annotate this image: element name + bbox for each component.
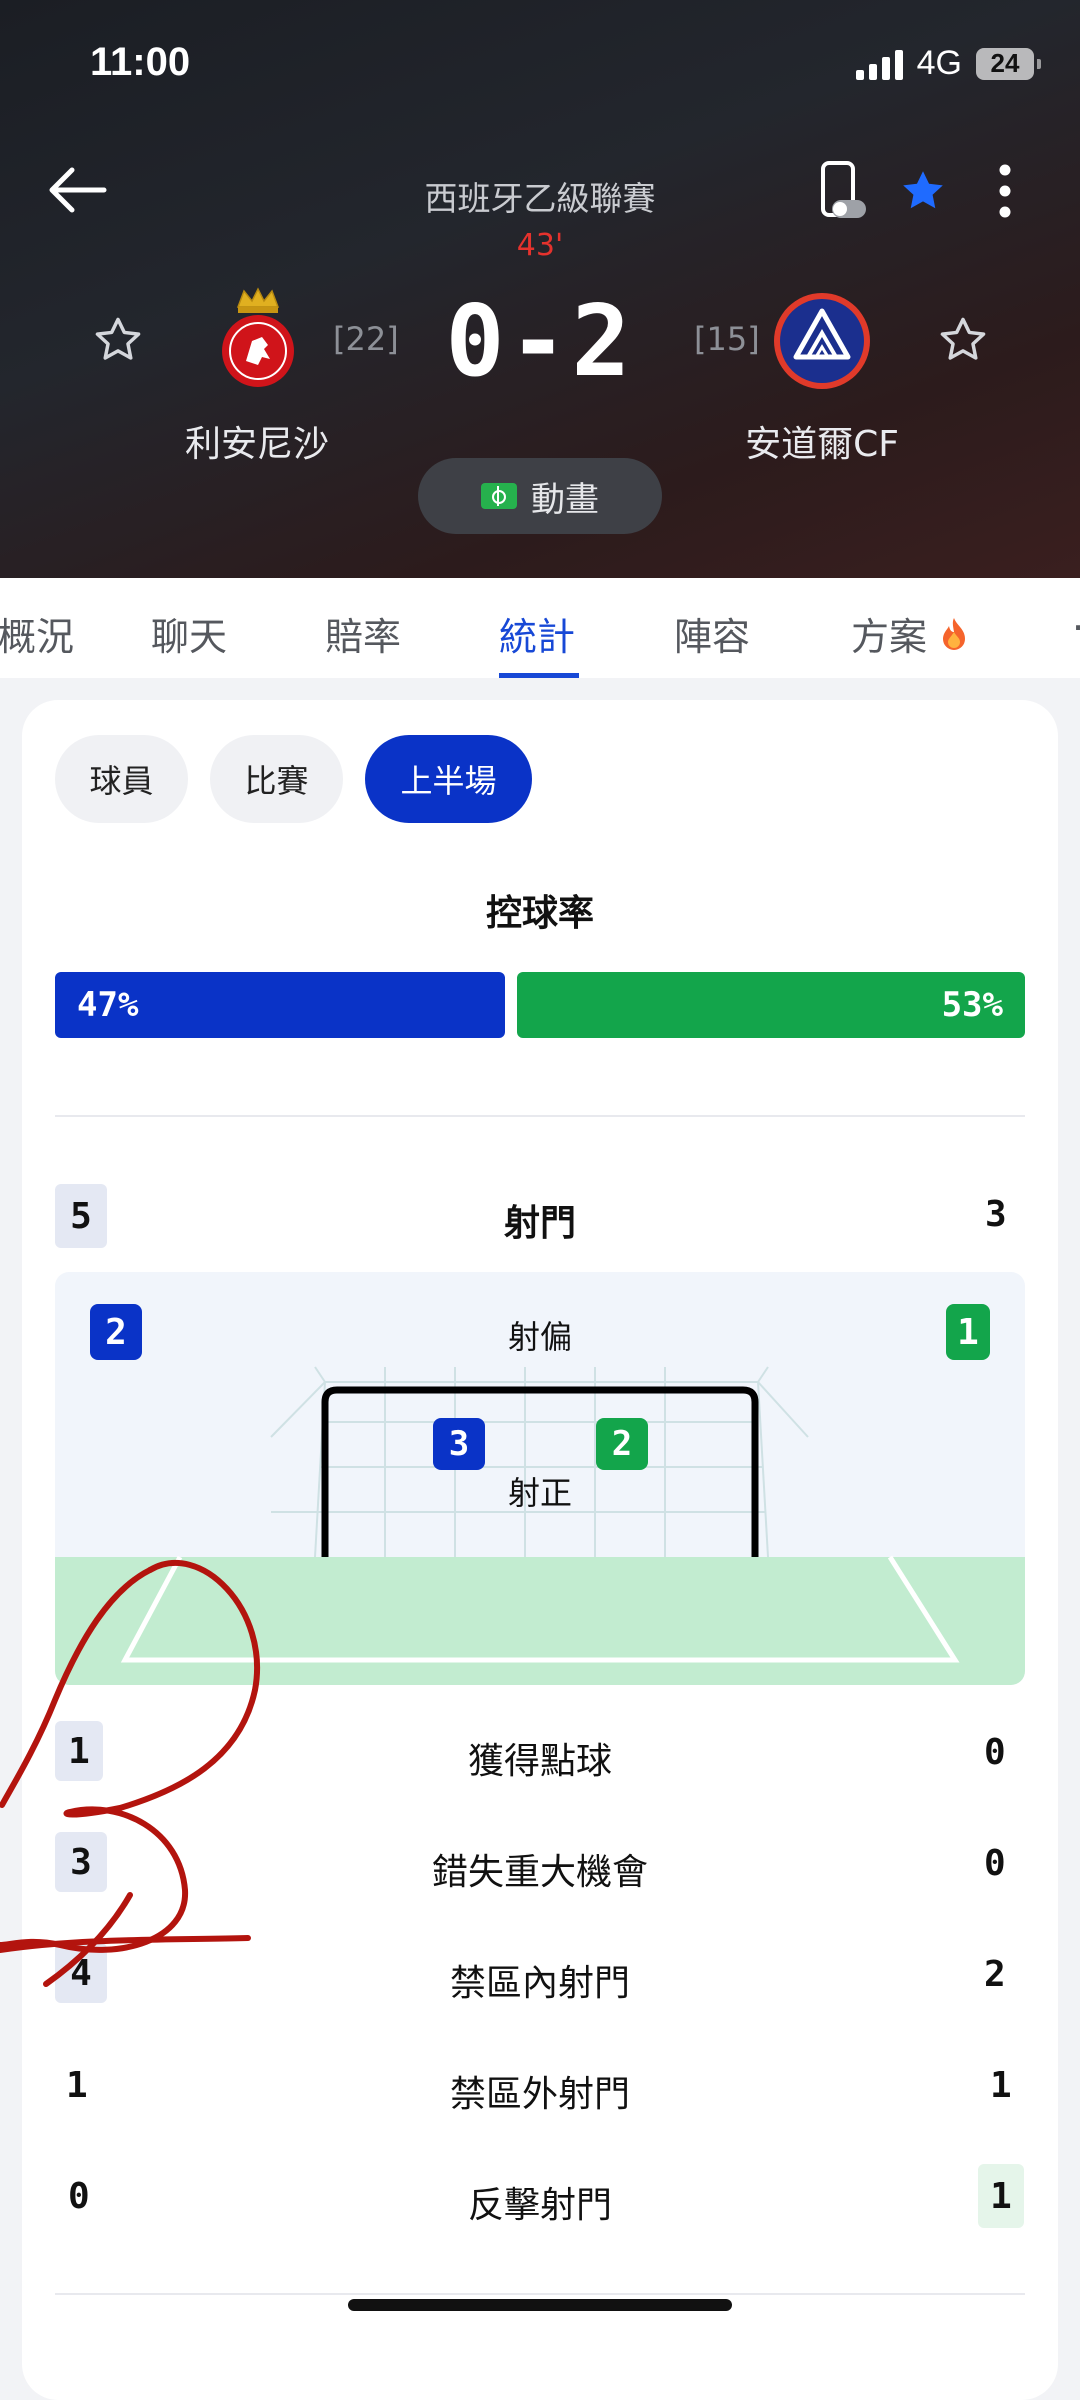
away-favorite-star-icon[interactable] <box>936 314 990 366</box>
section-divider-bottom <box>55 2293 1025 2295</box>
off-target-away-value: 1 <box>946 1304 990 1360</box>
possession-title: 控球率 <box>485 893 594 934</box>
stat-row-4-label: 反擊射門 <box>467 2185 612 2226</box>
on-target-away-chip: 2 <box>596 1418 648 1470</box>
filter-match[interactable]: 比賽 <box>210 735 343 823</box>
favorite-star-filled-icon[interactable] <box>897 166 949 216</box>
stat-row-3-label: 禁區外射門 <box>449 2074 630 2115</box>
active-tab-indicator <box>499 673 579 678</box>
possession-bar-away: 53% <box>517 972 1025 1038</box>
tab-chat[interactable]: 聊天 <box>151 606 227 661</box>
tab-odds[interactable]: 賠率 <box>325 606 401 661</box>
signal-icon <box>855 48 903 80</box>
possession-away-value: 53% <box>941 985 1003 1025</box>
handwritten-annotation <box>0 1560 260 1987</box>
home-team-name[interactable]: 利安尼沙 <box>107 415 407 467</box>
more-menu-icon[interactable] <box>990 160 1020 222</box>
shots-away-value: 3 <box>985 1194 1007 1235</box>
section-divider <box>55 1115 1025 1117</box>
possession-home-value: 47% <box>77 985 139 1025</box>
away-rank: [15] <box>694 320 760 358</box>
stat-row-0-away: 0 <box>984 1732 1006 1773</box>
filter-first-half[interactable]: 上半場 <box>365 735 532 823</box>
away-team-crest-icon[interactable] <box>772 291 872 391</box>
tab-lineup[interactable]: 陣容 <box>674 606 750 661</box>
shots-label: 射門 <box>503 1203 576 1244</box>
away-team-name[interactable]: 安道爾CF <box>672 415 972 467</box>
tab-statistics[interactable]: 統計 <box>499 606 575 661</box>
animation-label: 動畫 <box>531 479 599 520</box>
filter-players[interactable]: 球員 <box>55 735 188 823</box>
tab-tips[interactable]: 方案 <box>851 606 969 661</box>
status-indicators: 4G 24 <box>855 44 1041 83</box>
on-target-label: 射正 <box>507 1474 572 1512</box>
on-target-home-value: 3 <box>433 1418 485 1470</box>
possession-bar-home: 47% <box>55 972 505 1038</box>
match-minute: 43' <box>516 228 564 263</box>
off-target-away-chip: 1 <box>946 1304 990 1360</box>
stat-row-1-away: 0 <box>984 1843 1006 1884</box>
match-score: 0-2 <box>445 285 635 399</box>
battery-icon: 24 <box>976 47 1041 80</box>
tab-overview[interactable]: 概況 <box>0 606 74 661</box>
pitch-icon <box>481 483 517 509</box>
network-type: 4G <box>916 44 962 82</box>
stat-row-2-away: 2 <box>984 1954 1006 1995</box>
on-target-away-value: 2 <box>596 1418 648 1470</box>
screen-toggle-icon[interactable] <box>818 160 868 222</box>
off-target-label: 射偏 <box>507 1318 572 1356</box>
home-indicator[interactable] <box>348 2299 732 2311</box>
stat-row-4-away: 1 <box>978 2164 1024 2228</box>
tab-overflow-hint: · <box>1072 606 1080 656</box>
animation-button[interactable]: 動畫 <box>418 458 662 534</box>
status-time: 11:00 <box>90 40 191 84</box>
battery-level: 24 <box>990 48 1020 78</box>
tab-tips-label: 方案 <box>851 615 928 659</box>
fire-icon <box>943 618 966 650</box>
stat-row-3-away: 1 <box>990 2065 1012 2106</box>
on-target-home-chip: 3 <box>433 1418 485 1470</box>
